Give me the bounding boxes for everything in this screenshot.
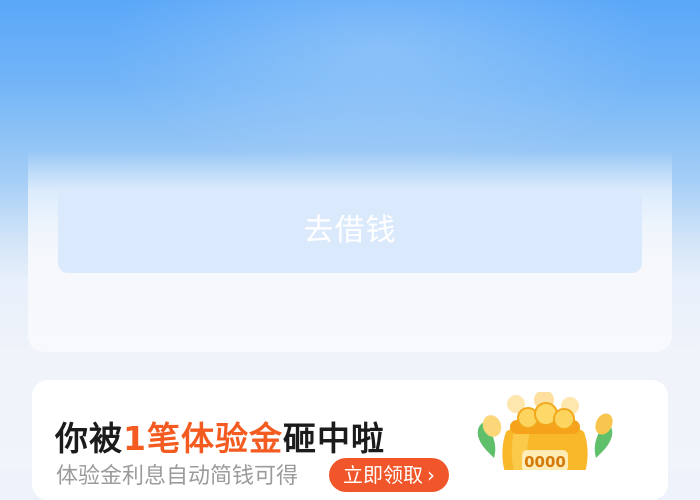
promo-subtitle: 体验金利息自动简钱可得 (56, 464, 299, 489)
promo-title: 你被1笔体验金砸中啦 (55, 412, 385, 460)
borrow-money-button[interactable]: 去借钱 (58, 189, 642, 273)
claim-now-button[interactable]: 立即领取 › (329, 458, 449, 492)
promo-title-suffix: 砸中啦 (282, 419, 385, 458)
money-bag-icon: 0000 (477, 392, 613, 470)
chevron-right-icon: › (427, 463, 435, 487)
promo-title-highlight: 1笔体验金 (123, 419, 283, 458)
money-bag-label: 0000 (524, 453, 566, 470)
promo-title-prefix: 你被 (55, 419, 123, 458)
claim-now-label: 立即领取 (343, 463, 423, 487)
